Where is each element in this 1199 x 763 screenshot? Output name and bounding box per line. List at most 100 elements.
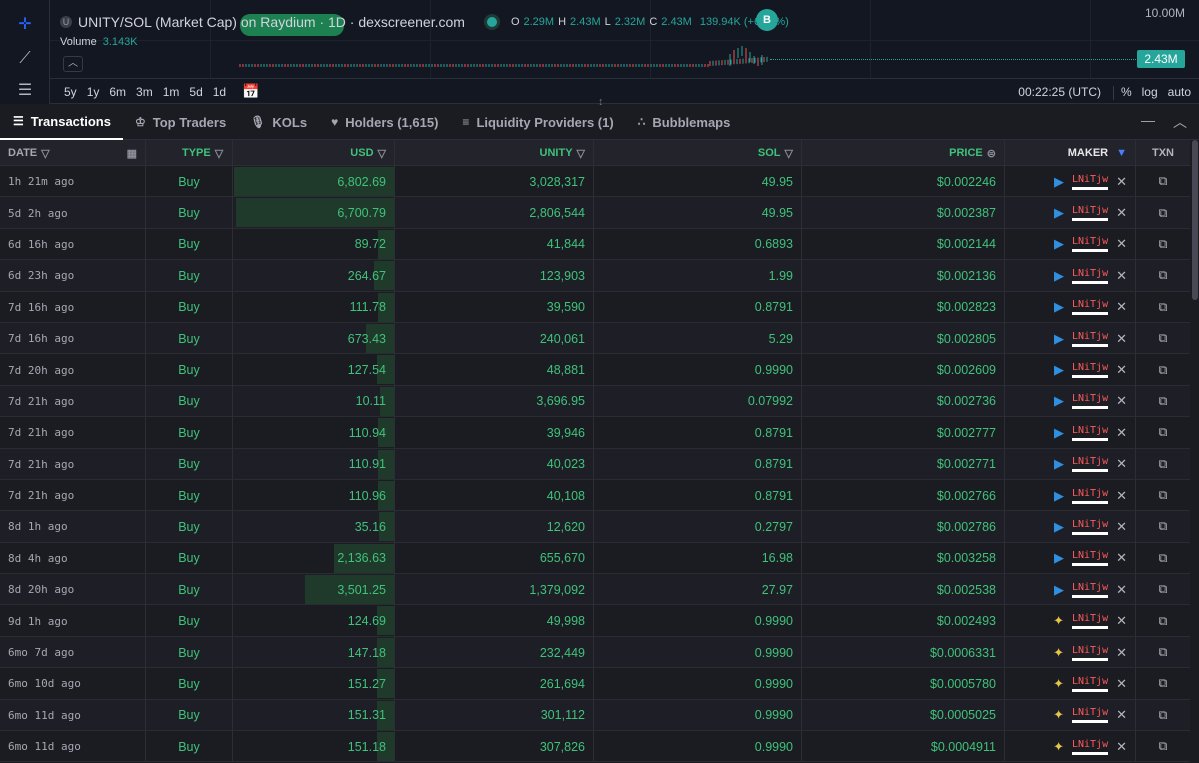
maker-address-link[interactable]: LNiTjw — [1071, 236, 1109, 253]
filter-icon[interactable]: ▽ — [785, 147, 793, 160]
clear-filter-icon[interactable]: ✕ — [1116, 707, 1127, 723]
col-price[interactable]: PRICE ⊜ — [802, 140, 1005, 166]
clear-filter-icon[interactable]: ✕ — [1116, 299, 1127, 315]
maker-address-link[interactable]: LNiTjw — [1071, 550, 1109, 567]
tab-top-traders[interactable]: ♔ Top Traders — [123, 105, 238, 140]
range-1y-button[interactable]: 1y — [87, 85, 100, 99]
maker-address-link[interactable]: LNiTjw — [1071, 645, 1109, 661]
col-usd[interactable]: USD ▽ — [233, 140, 395, 166]
table-row[interactable]: 9d 1h ago Buy 124.69 49,998 0.9990 $0.002493 ✦… — [0, 605, 1190, 637]
external-link-icon[interactable]: ⧉ — [1159, 300, 1168, 315]
maker-address-link[interactable]: LNiTjw — [1071, 519, 1109, 535]
tab-bubblemaps[interactable]: ∴ Bubblemaps — [626, 105, 743, 140]
maker-address-link[interactable]: LNiTjw — [1071, 707, 1109, 724]
table-row[interactable]: 6mo 11d ago Buy 151.18 307,826 0.9990 $0.0004… — [0, 731, 1190, 763]
col-type[interactable]: TYPE ▽ — [146, 140, 233, 166]
table-row[interactable]: 7d 16h ago Buy 111.78 39,590 0.8791 $0.002823… — [0, 291, 1190, 323]
external-link-icon[interactable]: ⧉ — [1159, 425, 1168, 440]
tab-transactions[interactable]: ☰ Transactions — [0, 105, 123, 140]
filter-icon[interactable]: ▽ — [215, 147, 223, 160]
filter-icon[interactable]: ▽ — [41, 147, 49, 160]
filter-icon[interactable]: ▽ — [378, 147, 386, 160]
toggle-icon[interactable]: ⊜ — [987, 147, 996, 160]
table-row[interactable]: 7d 21h ago Buy 110.94 39,946 0.8791 $0.002777… — [0, 417, 1190, 449]
clear-filter-icon[interactable]: ✕ — [1116, 488, 1127, 504]
table-row[interactable]: 8d 1h ago Buy 35.16 12,620 0.2797 $0.002786 ▶ L… — [0, 511, 1190, 543]
external-link-icon[interactable]: ⧉ — [1159, 174, 1168, 189]
range-5d-button[interactable]: 5d — [189, 85, 202, 99]
external-link-icon[interactable]: ⧉ — [1159, 268, 1168, 283]
clear-filter-icon[interactable]: ✕ — [1116, 331, 1127, 347]
table-row[interactable]: 7d 21h ago Buy 110.91 40,023 0.8791 $0.002771… — [0, 448, 1190, 480]
table-row[interactable]: 7d 16h ago Buy 673.43 240,061 5.29 $0.002805 ▶… — [0, 322, 1190, 355]
table-row[interactable]: 7d 21h ago Buy 110.96 40,108 0.8791 $0.002766… — [0, 479, 1190, 512]
table-row[interactable]: 6d 23h ago Buy 264.67 123,903 1.99 $0.002136 ▶… — [0, 260, 1190, 292]
table-row[interactable]: 6mo 10d ago Buy 151.27 261,694 0.9990 $0.0005… — [0, 668, 1190, 700]
trendline-icon[interactable]: ⟋ — [12, 48, 38, 70]
clear-filter-icon[interactable]: ✕ — [1116, 174, 1127, 190]
range-1m-button[interactable]: 1m — [163, 85, 180, 99]
filter-icon[interactable]: ▽ — [577, 147, 585, 160]
external-link-icon[interactable]: ⧉ — [1159, 206, 1168, 221]
range-6m-button[interactable]: 6m — [109, 85, 126, 99]
auto-scale-toggle[interactable]: auto — [1168, 85, 1191, 99]
clear-filter-icon[interactable]: ✕ — [1116, 519, 1127, 535]
clear-filter-icon[interactable]: ✕ — [1116, 613, 1127, 629]
menu-icon[interactable]: ☰ — [12, 80, 38, 102]
maker-address-link[interactable]: LNiTjw — [1071, 739, 1109, 755]
tab-kols[interactable]: 🎙 KOLs — [238, 105, 319, 140]
col-date[interactable]: DATE ▽ ▦ — [0, 140, 146, 166]
maker-address-link[interactable]: LNiTjw — [1071, 676, 1109, 692]
clear-filter-icon[interactable]: ✕ — [1116, 393, 1127, 409]
table-row[interactable]: 6mo 7d ago Buy 147.18 232,449 0.9990 $0.00063… — [0, 636, 1190, 669]
expand-icon[interactable]: ︿ — [1173, 112, 1187, 132]
table-row[interactable]: 5d 2h ago Buy 6,700.79 2,806,544 49.95 $0.002… — [0, 197, 1190, 229]
clear-filter-icon[interactable]: ✕ — [1116, 425, 1127, 441]
clear-filter-icon[interactable]: ✕ — [1116, 550, 1127, 566]
scrollbar-thumb[interactable] — [1192, 140, 1198, 300]
minimize-icon[interactable]: — — [1141, 112, 1155, 132]
external-link-icon[interactable]: ⧉ — [1159, 331, 1168, 346]
crosshair-icon[interactable]: ✛ — [12, 14, 38, 36]
calendar-icon[interactable]: ▦ — [127, 147, 137, 160]
external-link-icon[interactable]: ⧉ — [1159, 614, 1168, 629]
table-row[interactable]: 8d 4h ago Buy 2,136.63 655,670 16.98 $0.00325… — [0, 542, 1190, 575]
table-row[interactable]: 7d 20h ago Buy 127.54 48,881 0.9990 $0.002609… — [0, 354, 1190, 386]
range-1d-button[interactable]: 1d — [213, 85, 226, 99]
external-link-icon[interactable]: ⧉ — [1159, 676, 1168, 691]
external-link-icon[interactable]: ⧉ — [1159, 237, 1168, 252]
table-row[interactable]: 6d 16h ago Buy 89.72 41,844 0.6893 $0.002144 ▶… — [0, 228, 1190, 261]
external-link-icon[interactable]: ⧉ — [1159, 394, 1168, 409]
price-chart[interactable]: ✛ ⟋ ☰ U UNITY/SOL (Market Cap) on Raydiu… — [0, 0, 1199, 108]
external-link-icon[interactable]: ⧉ — [1159, 551, 1168, 566]
calendar-icon[interactable]: 📅 — [242, 83, 259, 100]
tab-holders[interactable]: ♥ Holders (1,615) — [319, 105, 450, 140]
maker-address-link[interactable]: LNiTjw — [1071, 268, 1109, 284]
table-row[interactable]: 1h 21m ago Buy 6,802.69 3,028,317 49.95 $0.00… — [0, 166, 1190, 198]
maker-address-link[interactable]: LNiTjw — [1071, 299, 1109, 316]
external-link-icon[interactable]: ⧉ — [1159, 519, 1168, 534]
col-maker[interactable]: MAKER ▼ — [1005, 140, 1136, 166]
clear-filter-icon[interactable]: ✕ — [1116, 645, 1127, 661]
log-scale-toggle[interactable]: log — [1142, 85, 1158, 99]
col-sol[interactable]: SOL ▽ — [594, 140, 802, 166]
filter-active-icon[interactable]: ▼ — [1116, 147, 1127, 159]
external-link-icon[interactable]: ⧉ — [1159, 488, 1168, 503]
external-link-icon[interactable]: ⧉ — [1159, 582, 1168, 597]
buy-marker[interactable]: B — [756, 9, 778, 31]
table-row[interactable]: 8d 20h ago Buy 3,501.25 1,379,092 27.97 $0.00… — [0, 574, 1190, 606]
maker-address-link[interactable]: LNiTjw — [1071, 613, 1109, 630]
external-link-icon[interactable]: ⧉ — [1159, 645, 1168, 660]
maker-address-link[interactable]: LNiTjw — [1071, 582, 1109, 598]
clear-filter-icon[interactable]: ✕ — [1116, 676, 1127, 692]
range-3m-button[interactable]: 3m — [136, 85, 153, 99]
maker-address-link[interactable]: LNiTjw — [1071, 488, 1109, 504]
collapse-legend-button[interactable]: ︿ — [63, 56, 83, 72]
maker-address-link[interactable]: LNiTjw — [1071, 362, 1109, 379]
maker-address-link[interactable]: LNiTjw — [1071, 456, 1109, 473]
clear-filter-icon[interactable]: ✕ — [1116, 268, 1127, 284]
tab-liquidity-providers[interactable]: ≡ Liquidity Providers (1) — [450, 105, 625, 140]
maker-address-link[interactable]: LNiTjw — [1071, 205, 1109, 222]
external-link-icon[interactable]: ⧉ — [1159, 739, 1168, 754]
external-link-icon[interactable]: ⧉ — [1159, 457, 1168, 472]
